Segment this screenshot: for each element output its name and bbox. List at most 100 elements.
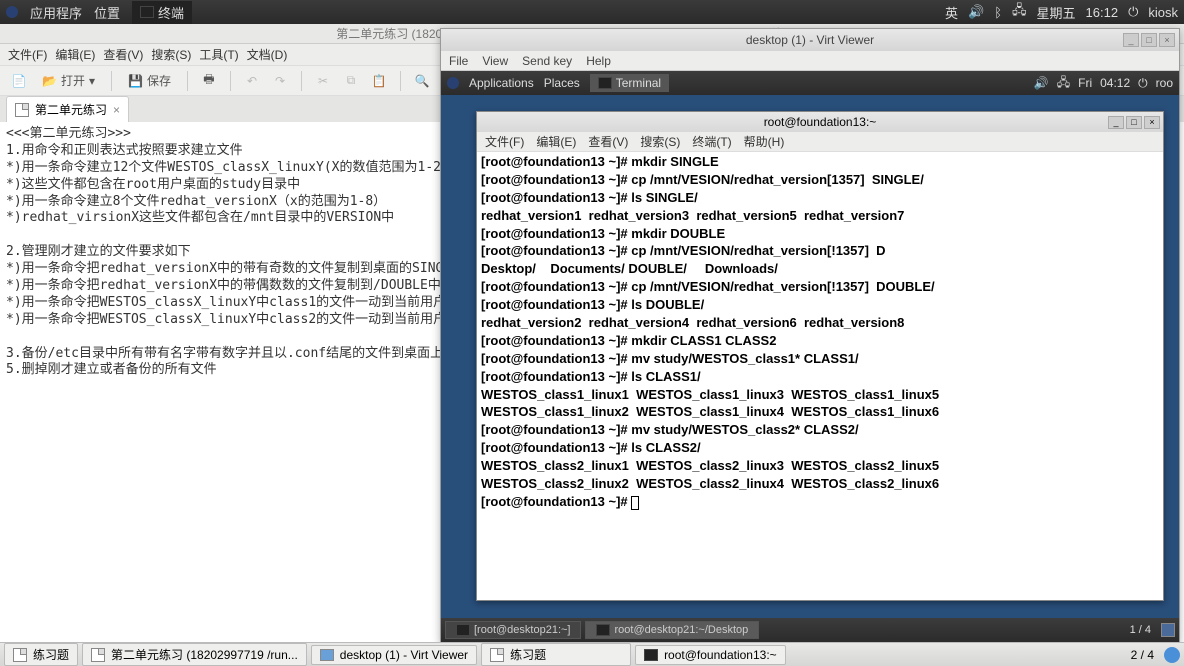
host-panel-terminal[interactable]: 终端 bbox=[132, 1, 192, 24]
host-task-5[interactable]: root@foundation13:~ bbox=[635, 645, 786, 665]
toolbar-separator bbox=[111, 71, 112, 91]
terminal-icon bbox=[644, 649, 658, 661]
open-button-label: 打开 bbox=[61, 72, 85, 89]
host-task-4[interactable]: 练习题 bbox=[481, 643, 631, 666]
virt-titlebar[interactable]: desktop (1) - Virt Viewer _ □ × bbox=[441, 29, 1179, 51]
guest-task-1[interactable]: [root@desktop21:~] bbox=[445, 621, 581, 639]
host-time[interactable]: 16:12 bbox=[1086, 5, 1119, 20]
input-method-indicator[interactable]: 英 bbox=[945, 3, 958, 22]
document-icon bbox=[91, 648, 105, 662]
copy-icon[interactable]: ⧉ bbox=[340, 70, 362, 92]
network-icon[interactable]: 🖧 bbox=[1012, 1, 1027, 23]
minimize-icon[interactable]: _ bbox=[1108, 116, 1124, 129]
terminal-window: root@foundation13:~ _ □ × 文件(F) 编辑(E) 查看… bbox=[476, 111, 1164, 601]
gedit-menu-file[interactable]: 文件(F) bbox=[8, 46, 47, 63]
terminal-title-text: root@foundation13:~ bbox=[764, 115, 877, 129]
toolbar-separator bbox=[400, 71, 401, 91]
guest-top-panel: Applications Places Terminal 🔊 🖧 Fri 04:… bbox=[441, 71, 1179, 95]
maximize-icon[interactable]: □ bbox=[1126, 116, 1142, 129]
guest-logout-icon[interactable]: ⏻ bbox=[1138, 76, 1148, 91]
term-menu-file[interactable]: 文件(F) bbox=[485, 133, 524, 150]
term-menu-search[interactable]: 搜索(S) bbox=[640, 133, 680, 150]
host-task-3-label: desktop (1) - Virt Viewer bbox=[340, 648, 468, 662]
virt-viewer-window: desktop (1) - Virt Viewer _ □ × File Vie… bbox=[440, 28, 1180, 643]
guest-task-2-label: root@desktop21:~/Desktop bbox=[614, 624, 748, 636]
tab-close-icon[interactable]: × bbox=[113, 103, 120, 117]
save-button[interactable]: 💾 保存 bbox=[122, 70, 177, 92]
gedit-menu-tools[interactable]: 工具(T) bbox=[199, 46, 238, 63]
guest-time[interactable]: 04:12 bbox=[1100, 76, 1130, 90]
toolbar-separator bbox=[301, 71, 302, 91]
close-icon[interactable]: × bbox=[1144, 116, 1160, 129]
print-icon[interactable]: 🖶 bbox=[198, 70, 220, 92]
find-icon[interactable]: 🔍 bbox=[411, 70, 433, 92]
undo-icon[interactable]: ↶ bbox=[241, 70, 263, 92]
gedit-menu-view[interactable]: 查看(V) bbox=[103, 46, 143, 63]
workspace-switcher-icon[interactable] bbox=[1161, 623, 1175, 637]
virt-menu-help[interactable]: Help bbox=[586, 54, 611, 68]
terminal-icon bbox=[598, 77, 612, 89]
virt-menubar: File View Send key Help bbox=[441, 51, 1179, 71]
host-menu-places[interactable]: 位置 bbox=[94, 3, 120, 22]
gedit-menu-edit[interactable]: 编辑(E) bbox=[55, 46, 95, 63]
logout-icon[interactable]: ⏻ bbox=[1128, 4, 1138, 20]
terminal-icon bbox=[596, 624, 610, 636]
toolbar-separator bbox=[187, 71, 188, 91]
host-menu-applications[interactable]: 应用程序 bbox=[30, 3, 82, 22]
volume-icon[interactable]: 🔊 bbox=[968, 4, 984, 20]
term-menu-edit[interactable]: 编辑(E) bbox=[536, 133, 576, 150]
guest-network-icon[interactable]: 🖧 bbox=[1057, 73, 1070, 94]
terminal-prompt: [root@foundation13 ~]# bbox=[481, 494, 631, 509]
host-task-2-label: 第二单元练习 (18202997719 /run... bbox=[111, 646, 298, 663]
host-task-5-label: root@foundation13:~ bbox=[664, 648, 777, 662]
bluetooth-icon[interactable]: ᛒ bbox=[994, 5, 1002, 20]
host-date[interactable]: 星期五 bbox=[1037, 3, 1076, 22]
virt-menu-view[interactable]: View bbox=[482, 54, 508, 68]
terminal-menubar: 文件(F) 编辑(E) 查看(V) 搜索(S) 终端(T) 帮助(H) bbox=[477, 132, 1163, 152]
guest-volume-icon[interactable]: 🔊 bbox=[1034, 76, 1049, 90]
host-task-3[interactable]: desktop (1) - Virt Viewer bbox=[311, 645, 477, 665]
guest-menu-applications[interactable]: Applications bbox=[469, 76, 534, 90]
terminal-titlebar[interactable]: root@foundation13:~ _ □ × bbox=[477, 112, 1163, 132]
virt-title-text: desktop (1) - Virt Viewer bbox=[746, 33, 874, 47]
guest-taskbar: [root@desktop21:~] root@desktop21:~/Desk… bbox=[441, 618, 1179, 642]
close-icon[interactable]: × bbox=[1159, 33, 1175, 47]
gedit-tab-label: 第二单元练习 bbox=[35, 101, 107, 118]
terminal-output[interactable]: [root@foundation13 ~]# mkdir SINGLE [roo… bbox=[477, 152, 1163, 514]
host-workspace-indicator[interactable]: 2 / 4 bbox=[1131, 648, 1154, 662]
host-top-panel: 应用程序 位置 终端 英 🔊 ᛒ 🖧 星期五 16:12 ⏻ kiosk bbox=[0, 0, 1184, 24]
open-button[interactable]: 📂 打开 ▾ bbox=[36, 70, 101, 92]
guest-day[interactable]: Fri bbox=[1078, 76, 1092, 90]
host-task-1-label: 练习题 bbox=[33, 646, 69, 663]
gedit-menu-documents[interactable]: 文档(D) bbox=[247, 46, 288, 63]
document-icon bbox=[13, 648, 27, 662]
term-menu-view[interactable]: 查看(V) bbox=[588, 133, 628, 150]
terminal-icon bbox=[456, 624, 470, 636]
host-taskbar: 练习题 第二单元练习 (18202997719 /run... desktop … bbox=[0, 642, 1184, 666]
show-desktop-icon[interactable] bbox=[1164, 647, 1180, 663]
fedora-logo-icon bbox=[447, 77, 459, 89]
virt-menu-file[interactable]: File bbox=[449, 54, 468, 68]
guest-task-2[interactable]: root@desktop21:~/Desktop bbox=[585, 621, 759, 639]
terminal-icon bbox=[140, 6, 154, 18]
paste-icon[interactable]: 📋 bbox=[368, 70, 390, 92]
guest-workspace-indicator[interactable]: 1 / 4 bbox=[1130, 624, 1157, 636]
virt-menu-sendkey[interactable]: Send key bbox=[522, 54, 572, 68]
cut-icon[interactable]: ✂ bbox=[312, 70, 334, 92]
redo-icon[interactable]: ↷ bbox=[269, 70, 291, 92]
maximize-icon[interactable]: □ bbox=[1141, 33, 1157, 47]
guest-panel-terminal[interactable]: Terminal bbox=[590, 74, 669, 92]
host-user[interactable]: kiosk bbox=[1148, 5, 1178, 20]
gedit-menu-search[interactable]: 搜索(S) bbox=[151, 46, 191, 63]
guest-user[interactable]: roo bbox=[1156, 76, 1173, 90]
save-button-label: 保存 bbox=[147, 72, 171, 89]
host-task-1[interactable]: 练习题 bbox=[4, 643, 78, 666]
new-file-icon[interactable]: 📄 bbox=[8, 70, 30, 92]
gedit-tab[interactable]: 第二单元练习 × bbox=[6, 96, 129, 122]
guest-menu-places[interactable]: Places bbox=[544, 76, 580, 90]
minimize-icon[interactable]: _ bbox=[1123, 33, 1139, 47]
host-task-2[interactable]: 第二单元练习 (18202997719 /run... bbox=[82, 643, 307, 666]
toolbar-separator bbox=[230, 71, 231, 91]
term-menu-help[interactable]: 帮助(H) bbox=[744, 133, 785, 150]
term-menu-terminal[interactable]: 终端(T) bbox=[692, 133, 731, 150]
